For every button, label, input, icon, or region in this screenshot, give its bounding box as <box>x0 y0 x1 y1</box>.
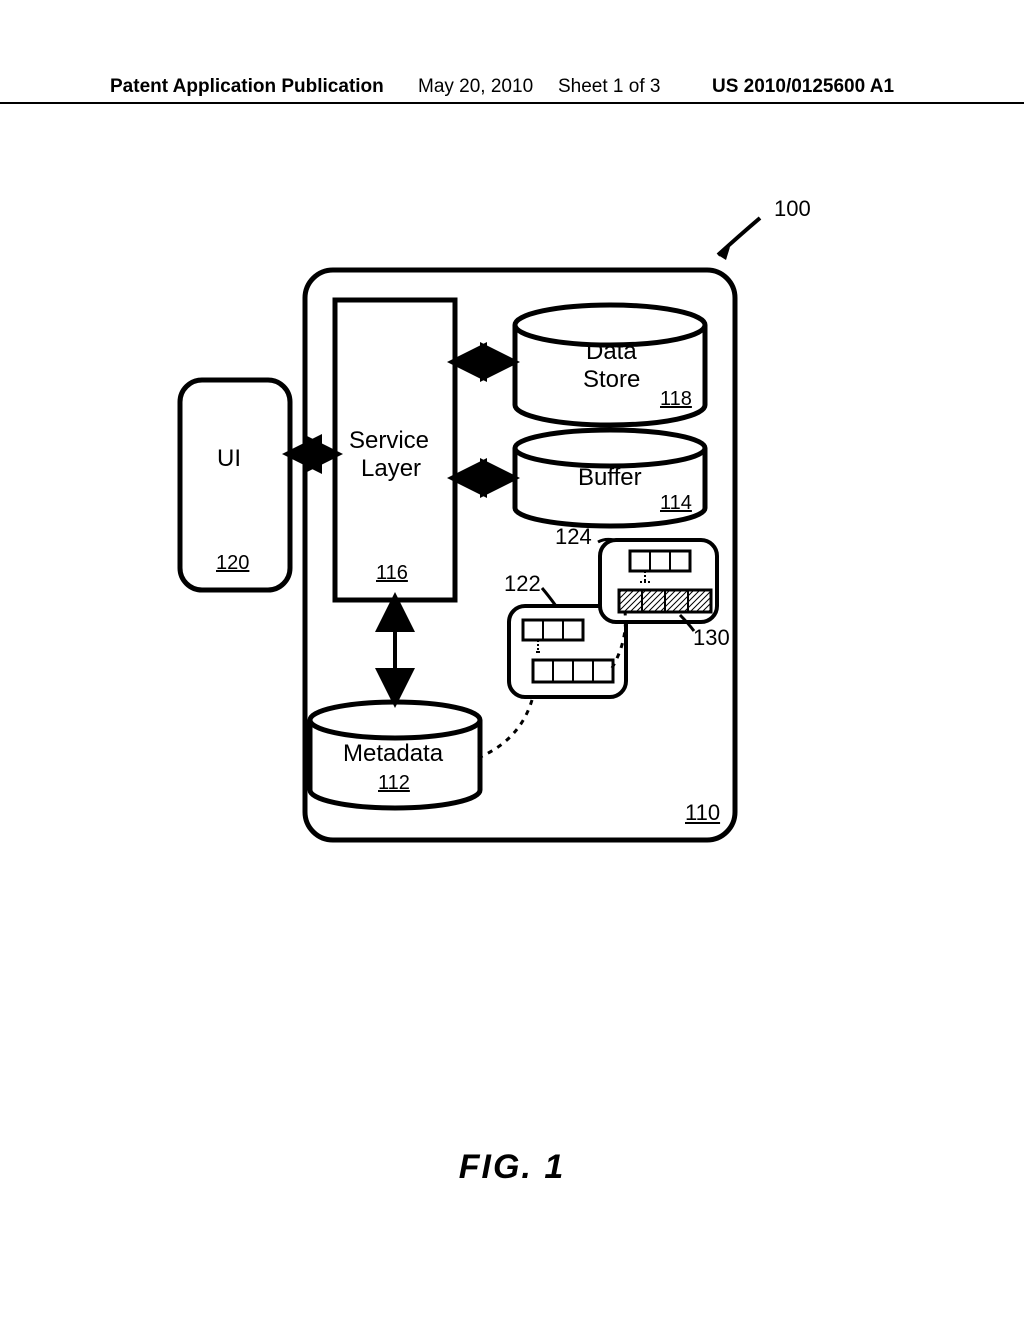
figure-caption: FIG. 1 <box>0 1148 1024 1187</box>
service-layer-line1: Service <box>349 427 429 455</box>
service-layer-line2: Layer <box>361 455 421 483</box>
figure-diagram <box>0 0 1024 1320</box>
element-ref: 130 <box>693 625 730 651</box>
service-layer-ref: 116 <box>376 562 408 585</box>
ui-label: UI <box>217 445 241 473</box>
buffer-ref: 114 <box>660 492 692 515</box>
buffer-label: Buffer <box>578 464 642 492</box>
module-b-ref: 124 <box>555 524 592 550</box>
system-ref-leader <box>718 218 760 260</box>
ui-ref: 120 <box>216 552 249 575</box>
metadata-label: Metadata <box>343 740 443 768</box>
data-store-line2: Store <box>583 366 640 394</box>
container-ref: 110 <box>685 800 720 826</box>
data-store-line1: Data <box>586 338 637 366</box>
system-ref: 100 <box>774 196 811 222</box>
dashed-metadata-modulea <box>478 700 532 758</box>
metadata-ref: 112 <box>378 772 410 795</box>
module-b-box <box>600 540 717 622</box>
data-store-ref: 118 <box>660 388 692 411</box>
module-a-ref: 122 <box>504 571 541 597</box>
leader-122 <box>542 588 556 606</box>
